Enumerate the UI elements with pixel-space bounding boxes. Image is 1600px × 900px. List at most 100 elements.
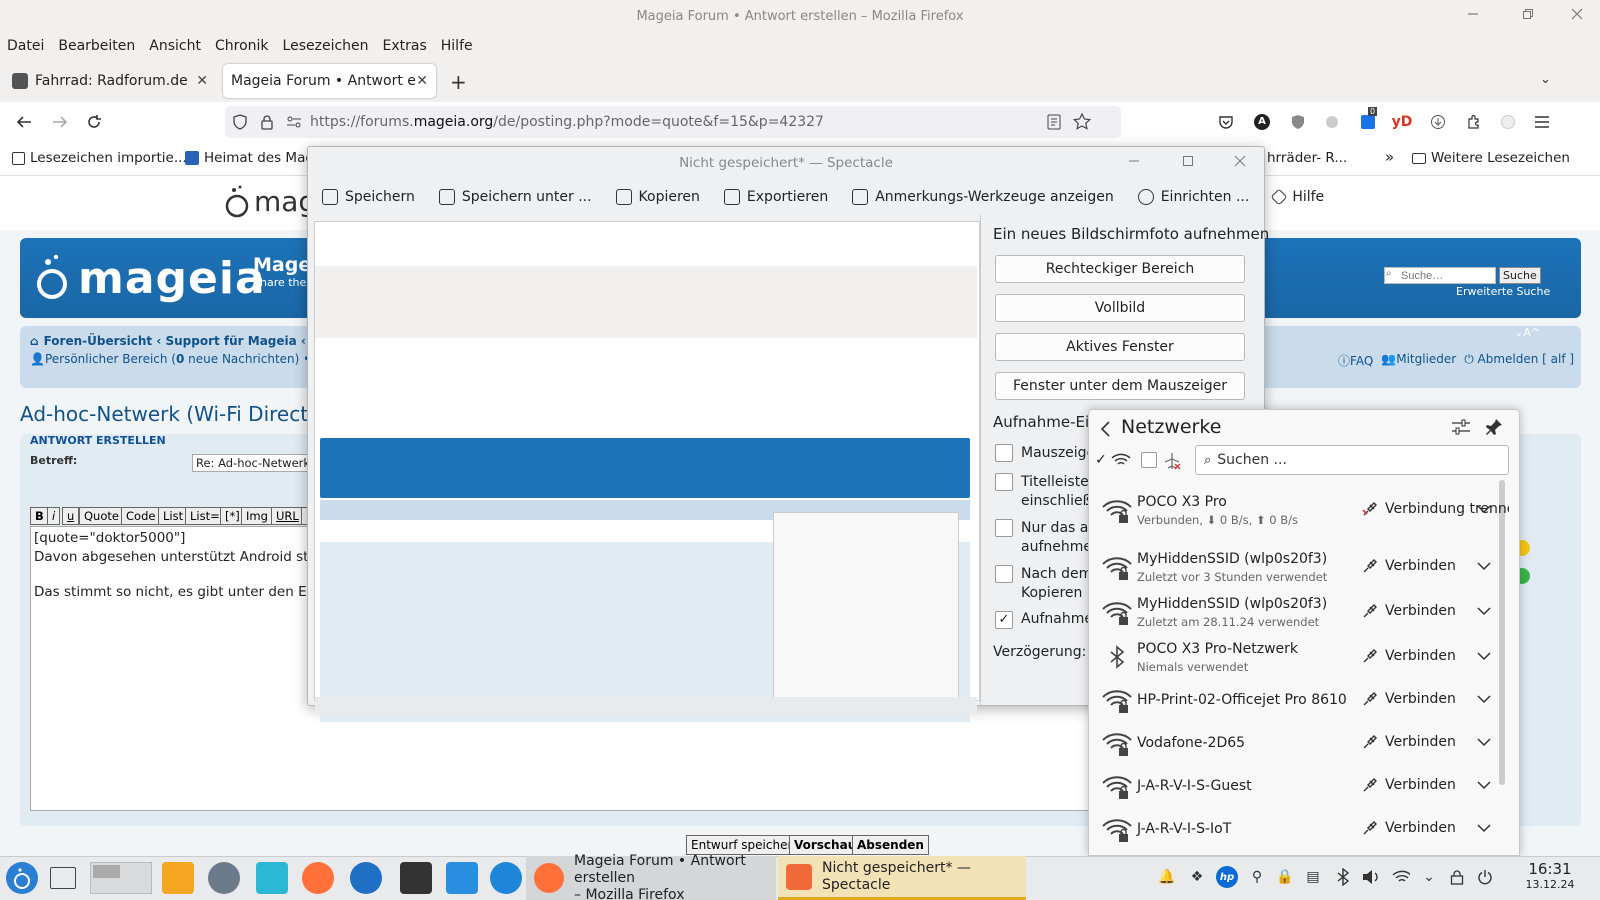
bookmark-heimat[interactable]: Heimat des Mag xyxy=(185,150,314,166)
connect-button[interactable]: Verbinden xyxy=(1361,776,1456,794)
task-firefox[interactable]: Mageia Forum • Antwort erstellen – Mozill… xyxy=(526,853,776,900)
tray-expand-chevron-down-icon[interactable]: ⌄ xyxy=(1420,868,1438,886)
network-item[interactable]: J-A-R-V-I-S-Guest Verbinden xyxy=(1095,766,1500,810)
show-desktop-icon[interactable] xyxy=(50,867,76,889)
copy-button[interactable]: Kopieren xyxy=(615,189,700,205)
expand-chevron-down-icon[interactable] xyxy=(1475,690,1493,708)
location-icon[interactable]: ⚲ xyxy=(1248,868,1266,886)
subject-input[interactable]: Re: Ad-hoc-Netwerk (W xyxy=(192,454,312,472)
url-bar[interactable]: https://forums. mageia.org/de/posting.php… xyxy=(225,106,1121,138)
expand-chevron-down-icon[interactable] xyxy=(1475,500,1493,518)
screenshot-preview[interactable] xyxy=(314,221,980,722)
tab-list-chevron-down-icon[interactable]: ⌄ xyxy=(1540,72,1551,87)
clock[interactable]: 16:31 13.12.24 xyxy=(1510,860,1590,891)
preview-button[interactable]: Vorschau xyxy=(789,835,862,855)
faq-link[interactable]: ⓘFAQ xyxy=(1338,352,1373,369)
connect-button[interactable]: Verbinden xyxy=(1361,690,1456,708)
teamviewer-icon[interactable] xyxy=(490,862,522,894)
network-item[interactable]: Vodafone-2D65 Verbinden xyxy=(1095,723,1500,767)
bbcode-underline-button[interactable]: u xyxy=(62,507,80,525)
titlebar-checkbox[interactable] xyxy=(995,473,1013,491)
connect-button[interactable]: Verbinden xyxy=(1361,647,1456,665)
window-under-cursor-button[interactable]: Fenster unter dem Mauszeiger xyxy=(995,372,1245,400)
forum-search-input[interactable] xyxy=(1384,267,1496,284)
rectangular-region-button[interactable]: Rechteckiger Bereich xyxy=(995,255,1245,283)
copy-after-checkbox[interactable] xyxy=(995,565,1013,583)
network-item[interactable]: MyHiddenSSID (wlp0s20f3) Zuletzt vor 3 St… xyxy=(1095,547,1500,591)
configure-button[interactable]: Einrichten ... xyxy=(1137,189,1249,205)
bbcode-italic-button[interactable]: i xyxy=(47,507,61,525)
menu-ansicht[interactable]: Ansicht xyxy=(149,38,201,54)
file-manager-icon[interactable] xyxy=(162,862,194,894)
hamburger-menu-icon[interactable] xyxy=(1532,112,1552,132)
bookmarks-overflow-icon[interactable]: » xyxy=(1385,148,1394,166)
font-size-icon[interactable]: ⌄A^ xyxy=(1514,326,1540,339)
bbcode-bold-button[interactable]: B xyxy=(30,507,49,525)
firefox-icon[interactable] xyxy=(302,862,334,894)
forum-search-button[interactable]: Suche xyxy=(1499,267,1541,284)
connect-button[interactable]: Verbinden xyxy=(1361,557,1456,575)
forward-icon[interactable] xyxy=(50,112,70,132)
expand-chevron-down-icon[interactable] xyxy=(1475,647,1493,665)
menu-bearbeiten[interactable]: Bearbeiten xyxy=(58,38,135,54)
monitor-icon[interactable] xyxy=(256,862,288,894)
ublock-shield-icon[interactable] xyxy=(1288,112,1308,132)
tab-close-icon[interactable]: ✕ xyxy=(196,73,208,89)
menu-extras[interactable]: Extras xyxy=(383,38,427,54)
restore-icon[interactable] xyxy=(1505,0,1551,28)
menu-chronik[interactable]: Chronik xyxy=(215,38,269,54)
save-as-button[interactable]: Speichern unter ... xyxy=(438,189,592,205)
expand-chevron-down-icon[interactable] xyxy=(1475,819,1493,837)
menu-hilfe[interactable]: Hilfe xyxy=(441,38,473,54)
bbcode-url-button[interactable]: URL xyxy=(271,507,304,525)
network-item[interactable]: J-A-R-V-I-S-IoT Verbinden xyxy=(1095,809,1500,853)
menu-lesezeichen[interactable]: Lesezeichen xyxy=(283,38,369,54)
minimize-icon[interactable] xyxy=(1450,0,1496,28)
expand-chevron-down-icon[interactable] xyxy=(1475,557,1493,575)
expand-chevron-down-icon[interactable] xyxy=(1475,776,1493,794)
download-icon[interactable] xyxy=(1428,112,1448,132)
submit-button[interactable]: Absenden xyxy=(852,835,929,855)
shield-icon[interactable] xyxy=(230,112,250,132)
account-icon[interactable]: A xyxy=(1252,112,1272,132)
hp-printer-icon[interactable]: hp xyxy=(1216,866,1238,888)
clipboard-icon[interactable]: ▤ xyxy=(1304,868,1322,886)
yandex-icon[interactable]: yD xyxy=(1392,112,1413,132)
extension-badge-icon[interactable]: 0 xyxy=(1358,107,1378,132)
connect-button[interactable]: Verbinden xyxy=(1361,819,1456,837)
network-item[interactable]: POCO X3 Pro Verbunden, ⬇ 0 B/s, ⬆ 0 B/s Ve… xyxy=(1095,490,1509,534)
dropbox-icon[interactable]: ❖ xyxy=(1188,868,1206,886)
network-item[interactable]: HP-Print-02-Officejet Pro 8610 Verbinden xyxy=(1095,680,1500,724)
tab-radforum[interactable]: Fahrrad: Radforum.de ✕ xyxy=(4,64,216,98)
bbcode-code-button[interactable]: Code xyxy=(121,507,161,525)
network-item[interactable]: MyHiddenSSID (wlp0s20f3) Zuletzt am 28.11… xyxy=(1095,592,1500,636)
network-item[interactable]: POCO X3 Pro-Netzwerk Niemals verwendet Ver… xyxy=(1095,637,1500,681)
permissions-icon[interactable] xyxy=(284,112,304,132)
extension-icon[interactable] xyxy=(1322,112,1342,132)
lock-icon[interactable] xyxy=(257,112,277,132)
volume-icon[interactable] xyxy=(1362,868,1380,886)
menu-datei[interactable]: Datei xyxy=(7,38,44,54)
bluetooth-icon[interactable] xyxy=(1334,868,1352,886)
bbcode-list-button[interactable]: List xyxy=(158,507,189,525)
bookmark-weitere[interactable]: Weitere Lesezeichen xyxy=(1412,150,1570,166)
reader-view-icon[interactable] xyxy=(1044,112,1064,132)
vault-lock-icon[interactable]: 🔒 xyxy=(1276,868,1294,886)
advanced-search-link[interactable]: Erweiterte Suche xyxy=(1456,285,1550,298)
bbcode-img-button[interactable]: Img xyxy=(241,507,273,525)
system-settings-gear-icon[interactable] xyxy=(208,862,240,894)
expand-chevron-down-icon[interactable] xyxy=(1475,733,1493,751)
bookmark-fahrraeder[interactable]: hrräder- R... xyxy=(1267,150,1347,166)
logout-link[interactable]: ⏻ Abmelden [ alf ] xyxy=(1464,352,1574,369)
help-button[interactable]: Hilfe xyxy=(1270,188,1324,206)
tab-close-icon[interactable]: ✕ xyxy=(416,73,428,89)
puzzle-icon[interactable] xyxy=(1464,112,1484,132)
current-popup-checkbox[interactable] xyxy=(995,519,1013,537)
expand-chevron-down-icon[interactable] xyxy=(1475,602,1493,620)
thunderbird-icon[interactable] xyxy=(350,862,382,894)
virtual-desktop-pager[interactable] xyxy=(90,862,152,894)
active-window-button[interactable]: Aktives Fenster xyxy=(995,333,1245,361)
bbcode-list-ordered-button[interactable]: List= xyxy=(185,507,225,525)
mouse-pointer-checkbox[interactable] xyxy=(995,444,1013,462)
capture-on-click-checkbox[interactable]: ✓ xyxy=(995,611,1013,629)
